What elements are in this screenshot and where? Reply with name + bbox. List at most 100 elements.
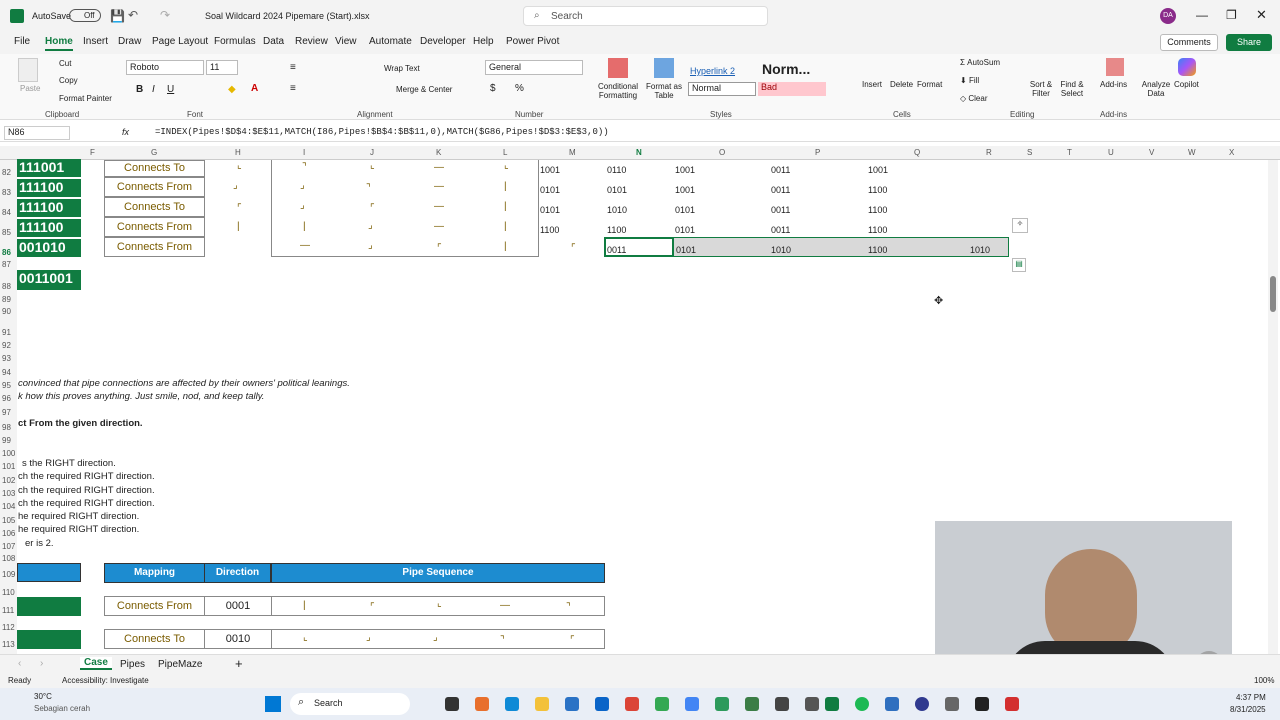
value-cell[interactable]: 1100	[868, 225, 887, 235]
pipe-cell[interactable]: ⌞	[437, 598, 442, 609]
sort-filter-button[interactable]: Sort & Filter	[1026, 80, 1056, 98]
pipe-cell[interactable]: |	[504, 181, 507, 192]
merge-center-button[interactable]: Merge & Center	[396, 85, 452, 94]
value-cell[interactable]: 1001	[675, 165, 695, 175]
direction-cell[interactable]: 0010	[204, 629, 272, 649]
value-cell[interactable]: 1100	[868, 245, 887, 255]
note-text[interactable]: ch the required RIGHT direction.	[18, 498, 155, 509]
pipe-cell[interactable]: ⌝	[366, 183, 371, 194]
add-sheet-icon[interactable]: +	[235, 656, 243, 671]
row-header[interactable]: 107	[0, 542, 17, 551]
paste-options-icon[interactable]: ▤	[1012, 258, 1026, 272]
code-cell[interactable]: 111001	[17, 159, 81, 177]
pipe-cell[interactable]: ⌜	[571, 243, 576, 254]
font-size-select[interactable]: 11	[206, 60, 238, 75]
taskbar-search[interactable]: ⌕ Search	[290, 693, 410, 715]
value-cell[interactable]: 1100	[540, 225, 559, 235]
col-header[interactable]: P	[815, 148, 820, 157]
task-view-icon[interactable]	[445, 697, 459, 711]
row-header[interactable]: 88	[0, 282, 17, 291]
tab-formulas[interactable]: Formulas	[214, 36, 256, 47]
analyze-data-button[interactable]: Analyze Data	[1140, 80, 1172, 98]
mapping-header[interactable]: Mapping	[104, 563, 205, 583]
value-cell[interactable]: 0101	[675, 205, 695, 215]
col-header[interactable]: M	[569, 148, 576, 157]
font-color-icon[interactable]: A	[251, 83, 258, 94]
mapping-cell[interactable]: Connects To	[104, 629, 205, 649]
pipe-cell[interactable]: ⌞	[370, 160, 375, 171]
pipe-cell[interactable]: |	[504, 221, 507, 232]
mapping-cell[interactable]: Connects From	[104, 237, 205, 257]
copilot-icon[interactable]	[1178, 58, 1196, 76]
insert-cells-button[interactable]: Insert	[862, 80, 882, 89]
conditional-formatting-label[interactable]: Conditional Formatting	[596, 82, 640, 100]
redo-icon[interactable]: ↷	[160, 8, 170, 22]
conditional-formatting-icon[interactable]	[608, 58, 628, 78]
app-icon[interactable]	[775, 697, 789, 711]
sheet-tab-pipemaze[interactable]: PipeMaze	[158, 659, 202, 670]
percent-icon[interactable]: %	[515, 83, 524, 94]
clear-button[interactable]: ◇ Clear	[960, 94, 988, 103]
row-header[interactable]: 85	[0, 228, 17, 237]
tab-home[interactable]: Home	[45, 36, 73, 51]
next-sheet-icon[interactable]: ›	[40, 658, 43, 669]
col-header[interactable]: S	[1027, 148, 1032, 157]
pipe-cell[interactable]: ⌟	[433, 632, 438, 643]
chrome-icon[interactable]	[625, 697, 639, 711]
pipe-cell[interactable]: ⌝	[566, 602, 571, 613]
col-header[interactable]: G	[151, 148, 157, 157]
row-header[interactable]: 94	[0, 368, 17, 377]
chrome-profile-icon[interactable]	[655, 697, 669, 711]
row-header[interactable]: 109	[0, 570, 17, 579]
row-header[interactable]: 93	[0, 354, 17, 363]
note-text[interactable]: er is 2.	[25, 538, 54, 549]
tab-view[interactable]: View	[335, 36, 357, 47]
pipe-cell[interactable]: |	[237, 221, 240, 232]
copilot-button[interactable]: Copilot	[1174, 80, 1199, 89]
pipe-sequence-header[interactable]: Pipe Sequence	[271, 563, 605, 583]
format-cells-button[interactable]: Format	[917, 80, 942, 89]
row-header[interactable]: 97	[0, 408, 17, 417]
font-name-select[interactable]: Roboto	[126, 60, 204, 75]
formula-input[interactable]: =INDEX(Pipes!$D$4:$E$11,MATCH(I86,Pipes!…	[155, 127, 609, 137]
number-format-select[interactable]: General	[485, 60, 583, 75]
mapping-cell[interactable]: Connects From	[104, 217, 205, 237]
avatar[interactable]: DA	[1160, 8, 1176, 24]
currency-icon[interactable]: $	[490, 83, 496, 94]
format-painter-button[interactable]: Format Painter	[59, 94, 112, 103]
row-header[interactable]: 111	[0, 606, 17, 615]
pipe-cell[interactable]: ⌟	[366, 632, 371, 643]
value-cell[interactable]: 0101	[540, 185, 560, 195]
value-cell[interactable]: 1010	[970, 245, 990, 255]
row-header[interactable]: 86	[0, 248, 17, 257]
row-header[interactable]: 96	[0, 394, 17, 403]
prev-sheet-icon[interactable]: ‹	[18, 658, 21, 669]
col-header[interactable]: V	[1149, 148, 1154, 157]
note-heading[interactable]: ct From the given direction.	[18, 418, 143, 429]
pipe-cell[interactable]: —	[434, 181, 444, 192]
name-box[interactable]: N86	[4, 126, 70, 140]
note-text[interactable]: he required RIGHT direction.	[18, 524, 139, 535]
pipe-cell[interactable]: —	[434, 201, 444, 212]
value-cell[interactable]: 0101	[676, 245, 696, 255]
value-cell[interactable]: 0011	[771, 205, 790, 215]
excel-taskbar-icon[interactable]	[825, 697, 839, 711]
app-icon[interactable]	[745, 697, 759, 711]
table-header-cell[interactable]	[17, 563, 81, 582]
pipe-cell[interactable]: ⌜	[570, 635, 575, 646]
note-text[interactable]: ch the required RIGHT direction.	[18, 471, 155, 482]
code-cell[interactable]	[17, 597, 81, 616]
fill-color-icon[interactable]: ◆	[228, 84, 236, 95]
row-header[interactable]: 91	[0, 328, 17, 337]
pipe-cell[interactable]: ⌟	[368, 240, 373, 251]
pipe-cell[interactable]: ⌞	[237, 160, 242, 171]
mapping-cell[interactable]: Connects From	[104, 177, 205, 197]
row-header[interactable]: 89	[0, 295, 17, 304]
value-cell[interactable]: 1010	[771, 245, 791, 255]
app-icon[interactable]	[805, 697, 819, 711]
share-button[interactable]: Share	[1226, 34, 1272, 51]
accessibility-status[interactable]: Accessibility: Investigate	[62, 676, 149, 685]
store-icon[interactable]	[565, 697, 579, 711]
wrap-text-button[interactable]: Wrap Text	[384, 64, 420, 73]
value-cell[interactable]: 0011	[607, 245, 626, 255]
